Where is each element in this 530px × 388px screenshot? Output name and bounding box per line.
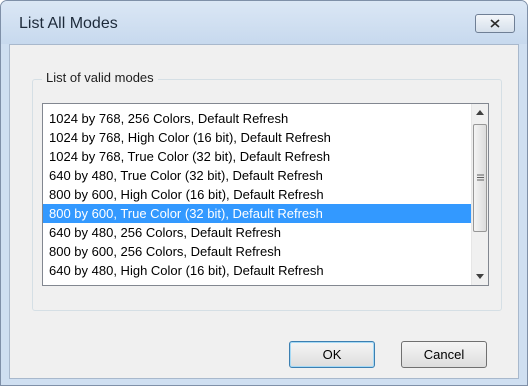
group-label: List of valid modes (42, 70, 158, 85)
list-item[interactable]: 800 by 600, High Color (16 bit), Default… (43, 185, 472, 204)
grip-icon (477, 174, 484, 181)
modes-list: 1024 by 768, 256 Colors, Default Refresh… (43, 109, 472, 280)
scroll-thumb[interactable] (473, 124, 487, 232)
list-item[interactable]: 800 by 600, 256 Colors, Default Refresh (43, 242, 472, 261)
list-item[interactable]: 640 by 480, High Color (16 bit), Default… (43, 261, 472, 280)
close-x-icon (490, 19, 500, 28)
list-item[interactable]: 1024 by 768, High Color (16 bit), Defaul… (43, 128, 472, 147)
scroll-down-button[interactable] (472, 268, 488, 285)
list-item[interactable]: 1024 by 768, 256 Colors, Default Refresh (43, 109, 472, 128)
window-title: List All Modes (19, 15, 118, 32)
modes-listbox[interactable]: 1024 by 768, 256 Colors, Default Refresh… (42, 103, 489, 286)
ok-button[interactable]: OK (289, 341, 375, 368)
list-item-selected[interactable]: 800 by 600, True Color (32 bit), Default… (43, 204, 472, 223)
list-item[interactable]: 640 by 480, True Color (32 bit), Default… (43, 166, 472, 185)
close-button[interactable] (475, 14, 515, 33)
list-item[interactable]: 1024 by 768, True Color (32 bit), Defaul… (43, 147, 472, 166)
vertical-scrollbar[interactable] (471, 104, 488, 285)
dialog-client-area: List of valid modes 1024 by 768, 256 Col… (9, 44, 519, 379)
cancel-button[interactable]: Cancel (401, 341, 487, 368)
dialog-window: List All Modes List of valid modes 1024 … (0, 0, 528, 386)
title-bar[interactable]: List All Modes (1, 1, 527, 44)
scroll-up-button[interactable] (472, 104, 488, 121)
list-item[interactable]: 640 by 480, 256 Colors, Default Refresh (43, 223, 472, 242)
arrow-up-icon (476, 110, 484, 115)
arrow-down-icon (476, 274, 484, 279)
